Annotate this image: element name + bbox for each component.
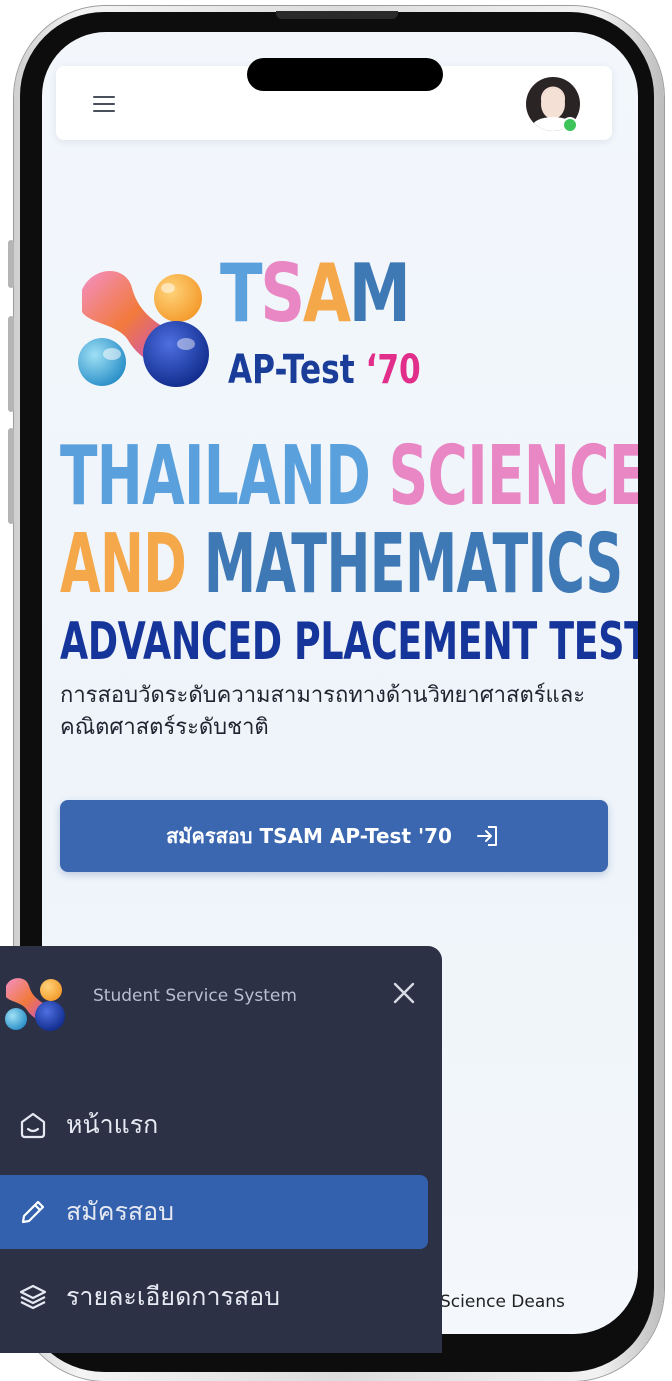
hamburger-menu-icon[interactable] (93, 96, 115, 112)
logo-title: TSAM (220, 247, 411, 340)
phone-volume-down (8, 428, 14, 524)
pencil-icon (21, 1200, 45, 1224)
headline-line-3: ADVANCED PLACEMENT TEST (60, 612, 638, 672)
phone-side-button (8, 240, 14, 288)
close-icon[interactable] (390, 979, 418, 1007)
logo-subtitle: AP-Test ‘70 (228, 347, 421, 393)
tsam-logo-icon (78, 270, 209, 387)
login-icon (476, 826, 497, 846)
side-drawer: Student Service System หน้าแรก สมัครสอบ … (0, 946, 442, 1353)
nav-item-label: รายละเอียดการสอบ (66, 1282, 281, 1311)
dynamic-island (247, 58, 443, 91)
register-button[interactable]: สมัครสอบ TSAM AP-Test '70 (60, 800, 608, 872)
home-icon (20, 1112, 46, 1139)
footer-text: Science Deans (440, 1292, 565, 1312)
layers-icon (19, 1284, 47, 1310)
phone-volume-up (8, 316, 14, 412)
phone-speaker-slot (276, 11, 398, 19)
nav-item-label: สมัครสอบ (66, 1197, 175, 1226)
headline-line-1: THAILAND SCIENCE (60, 429, 638, 524)
drawer-logo-icon (5, 978, 65, 1031)
nav-item-home[interactable]: หน้าแรก (0, 1088, 428, 1162)
nav-item-exam-details[interactable]: รายละเอียดการสอบ (0, 1260, 428, 1334)
register-button-label: สมัครสอบ TSAM AP-Test '70 (166, 824, 452, 848)
headline-line-2: AND MATHEMATICS (60, 517, 623, 612)
nav-item-apply[interactable]: สมัครสอบ (0, 1175, 428, 1249)
online-status-dot (562, 117, 578, 133)
hero-description: การสอบวัดระดับความสามารถทางด้านวิทยาศาสต… (60, 683, 586, 740)
nav-item-label: หน้าแรก (66, 1110, 159, 1139)
drawer-title: Student Service System (93, 986, 297, 1006)
